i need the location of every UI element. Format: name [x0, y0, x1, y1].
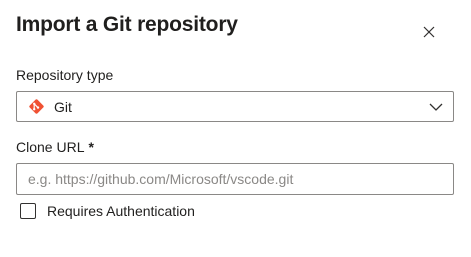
clone-url-label-text: Clone URL [16, 139, 85, 155]
required-marker: * [88, 139, 94, 155]
repository-type-value: Git [54, 99, 72, 115]
clone-url-label: Clone URL * [16, 138, 94, 156]
chevron-down-icon [429, 103, 443, 111]
repository-type-dropdown[interactable]: Git [16, 91, 454, 122]
close-button[interactable] [418, 21, 440, 43]
dialog-title: Import a Git repository [16, 13, 238, 36]
git-icon [29, 99, 44, 114]
requires-authentication-checkbox-row[interactable]: Requires Authentication [20, 202, 195, 220]
repository-type-label: Repository type [16, 67, 114, 83]
clone-url-input[interactable] [16, 163, 454, 195]
requires-authentication-checkbox[interactable] [20, 203, 36, 219]
requires-authentication-label: Requires Authentication [47, 203, 195, 219]
import-git-dialog: Import a Git repository Repository type … [0, 0, 471, 257]
close-icon [423, 26, 435, 38]
